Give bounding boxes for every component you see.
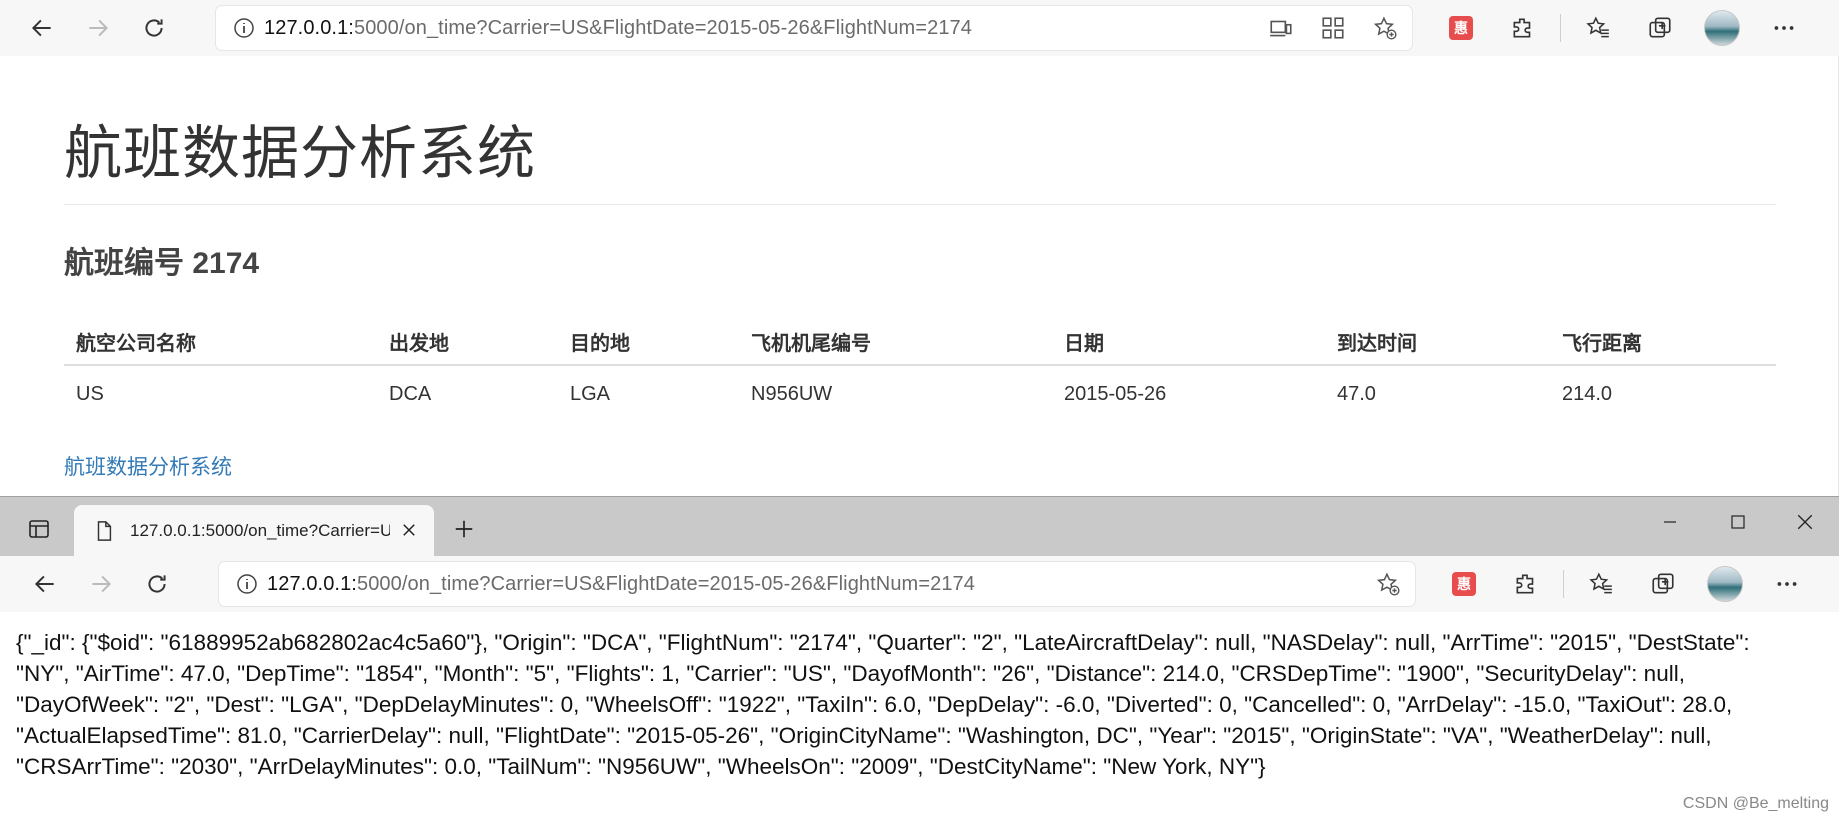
browser-actions: 惠 (1430, 0, 1815, 56)
back-arrow-icon (34, 575, 54, 593)
refresh-icon (148, 575, 166, 593)
site-info-button[interactable] (224, 6, 264, 50)
header-tail-number: 飞机机尾编号 (751, 332, 871, 355)
header-destination: 目的地 (570, 332, 630, 355)
watermark: CSDN @Be_melting (1682, 795, 1829, 812)
favorites-button[interactable] (1570, 556, 1632, 612)
close-icon (403, 524, 415, 536)
avatar (1704, 10, 1740, 46)
favorites-icon (1589, 572, 1612, 594)
url-path: 5000/on_time?Carrier=US&FlightDate=2015-… (353, 16, 972, 39)
header-arrival-time: 到达时间 (1337, 332, 1417, 355)
extension-badge-button[interactable]: 惠 (1430, 0, 1492, 56)
add-favorite-icon[interactable] (1372, 15, 1398, 41)
minimize-icon (1664, 521, 1676, 523)
extension-badge-button[interactable]: 惠 (1433, 556, 1495, 612)
collections-button[interactable] (1629, 0, 1691, 56)
url-host: 127.0.0.1: (267, 572, 357, 595)
refresh-button[interactable] (126, 0, 182, 56)
extension-badge: 惠 (1449, 16, 1473, 40)
close-icon (1797, 514, 1813, 530)
address-url[interactable]: 127.0.0.1:5000/on_time?Carrier=US&Flight… (264, 17, 972, 40)
url-path: 5000/on_time?Carrier=US&FlightDate=2015-… (356, 572, 975, 595)
cell-destination: LGA (570, 382, 611, 405)
flight-table: 航空公司名称 出发地 目的地 飞机机尾编号 日期 到达时间 飞行距离 US DC… (64, 318, 1776, 422)
active-tab[interactable]: 127.0.0.1:5000/on_time?Carrier=U (74, 505, 434, 556)
flight-number-heading: 航班编号 2174 (64, 247, 260, 280)
cell-tail-number: N956UW (751, 382, 833, 405)
collections-icon (1649, 17, 1671, 38)
back-button[interactable] (14, 0, 70, 56)
qr-icon[interactable] (1320, 15, 1346, 41)
browser-actions: 惠 (1433, 556, 1818, 612)
page-icon-wrap (92, 519, 116, 543)
maximize-icon (1731, 515, 1745, 529)
tab-title: 127.0.0.1:5000/on_time?Carrier=U (130, 520, 390, 540)
extension-puzzle-icon (1513, 18, 1531, 38)
header-origin: 出发地 (389, 332, 449, 355)
forward-arrow-icon (92, 575, 112, 593)
maximize-button[interactable] (1704, 497, 1772, 547)
tab-actions-button[interactable] (14, 509, 64, 549)
cell-distance: 214.0 (1562, 382, 1613, 405)
site-info-button[interactable] (227, 562, 267, 606)
header-date: 日期 (1064, 332, 1104, 355)
address-bar[interactable]: 127.0.0.1:5000/on_time?Carrier=US&Flight… (216, 6, 1412, 50)
refresh-icon (145, 19, 163, 37)
window-close-button[interactable] (1771, 497, 1839, 547)
info-icon (234, 18, 254, 38)
extensions-button[interactable] (1495, 556, 1557, 612)
header-carrier: 航空公司名称 (76, 332, 196, 355)
tab-close-button[interactable] (396, 517, 422, 543)
plus-icon (455, 520, 473, 538)
cell-date: 2015-05-26 (1064, 382, 1167, 405)
header-distance: 飞行距离 (1562, 332, 1642, 355)
more-button[interactable] (1753, 0, 1815, 56)
forward-arrow-icon (89, 19, 109, 37)
url-host: 127.0.0.1: (264, 16, 354, 39)
minimize-button[interactable] (1636, 497, 1704, 547)
refresh-button[interactable] (129, 556, 185, 612)
profile-button[interactable] (1694, 556, 1756, 612)
forward-button[interactable] (70, 0, 126, 56)
profile-button[interactable] (1691, 0, 1753, 56)
top-browser-toolbar: 127.0.0.1:5000/on_time?Carrier=US&Flight… (0, 0, 1839, 56)
avatar (1707, 566, 1743, 602)
table-header: 航空公司名称 出发地 目的地 飞机机尾编号 日期 到达时间 飞行距离 (64, 318, 1776, 366)
forward-button[interactable] (73, 556, 129, 612)
address-url[interactable]: 127.0.0.1:5000/on_time?Carrier=US&Flight… (267, 573, 975, 596)
toolbar-separator (1563, 570, 1564, 598)
more-icon (1777, 582, 1797, 586)
more-button[interactable] (1756, 556, 1818, 612)
extensions-button[interactable] (1492, 0, 1554, 56)
collections-button[interactable] (1632, 556, 1694, 612)
device-icon[interactable] (1268, 15, 1294, 41)
back-button[interactable] (17, 556, 73, 612)
cell-origin: DCA (389, 382, 432, 405)
more-icon (1774, 26, 1794, 30)
title-divider (64, 204, 1776, 205)
favorites-icon (1586, 16, 1609, 38)
home-link[interactable]: 航班数据分析系统 (64, 451, 232, 481)
cell-arrival-time: 47.0 (1337, 382, 1376, 405)
info-icon (237, 574, 257, 594)
page-title: 航班数据分析系统 (64, 121, 537, 186)
tab-actions-icon (29, 520, 49, 538)
favorites-button[interactable] (1567, 0, 1629, 56)
json-response-text: {"_id": {"$oid": "61889952ab682802ac4c5a… (16, 630, 1750, 779)
back-arrow-icon (31, 19, 51, 37)
extension-badge: 惠 (1452, 572, 1476, 596)
extension-puzzle-icon (1516, 574, 1534, 594)
collections-icon (1652, 573, 1674, 594)
new-tab-button[interactable] (446, 511, 482, 547)
add-favorite-icon[interactable] (1375, 571, 1401, 597)
toolbar-separator (1560, 14, 1561, 42)
page-content: 航班数据分析系统 航班编号 2174 航空公司名称 出发地 目的地 飞机机尾编号… (0, 56, 1839, 496)
second-browser-toolbar: 127.0.0.1:5000/on_time?Carrier=US&Flight… (0, 556, 1839, 612)
address-bar[interactable]: 127.0.0.1:5000/on_time?Carrier=US&Flight… (219, 562, 1415, 606)
table-row: US DCA LGA N956UW 2015-05-26 47.0 214.0 (64, 366, 1776, 422)
cell-carrier: US (76, 382, 104, 405)
tab-bar: 127.0.0.1:5000/on_time?Carrier=U (0, 497, 1839, 556)
page-icon (97, 520, 112, 541)
